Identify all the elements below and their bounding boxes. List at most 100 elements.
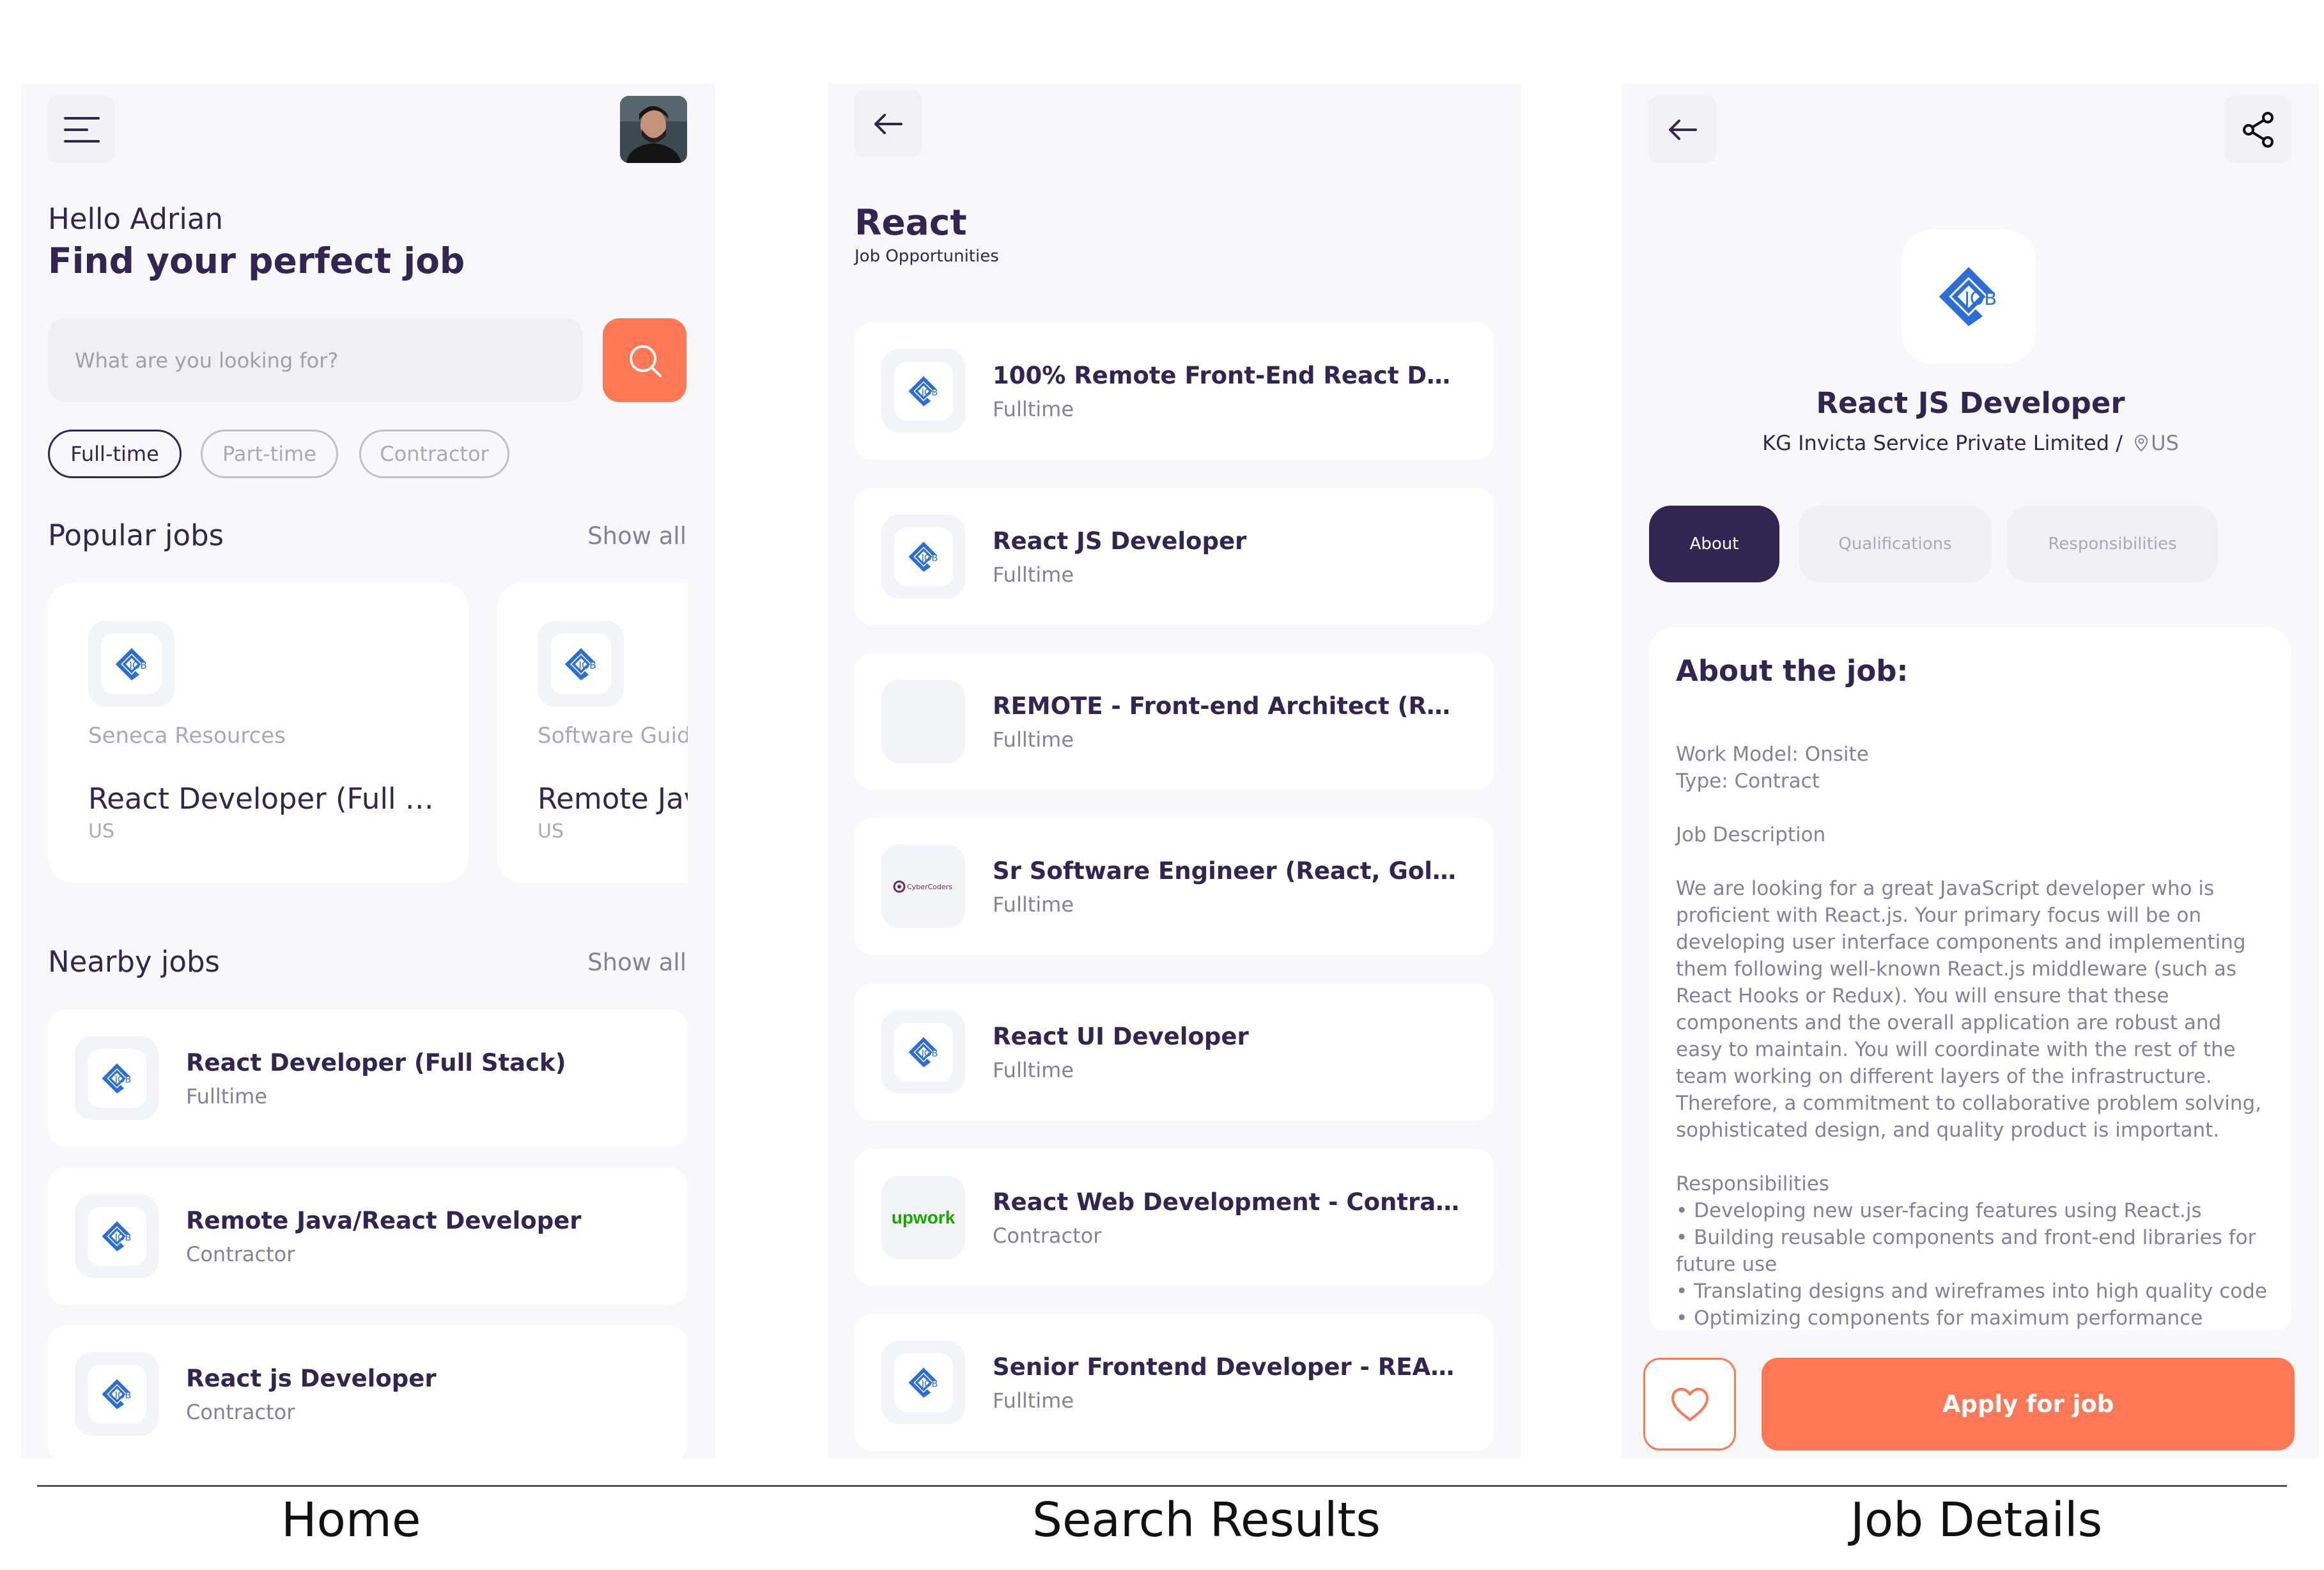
cybercoders-logo: CyberCoders xyxy=(893,880,952,892)
job-type: Fulltime xyxy=(993,563,1074,587)
company-logo: JOB xyxy=(88,621,174,707)
svg-text:JOB: JOB xyxy=(114,1074,131,1085)
tab-responsibilities[interactable]: Responsibilities xyxy=(2007,506,2218,582)
caption-home: Home xyxy=(281,1493,421,1548)
chip-contractor[interactable]: Contractor xyxy=(359,430,509,478)
popular-job-card[interactable]: JOB Seneca Resources React Developer (Fu… xyxy=(48,582,469,883)
job-title: React JS Developer xyxy=(993,527,1247,555)
share-icon xyxy=(2242,111,2274,148)
avatar[interactable] xyxy=(620,96,687,163)
job-details-screen: JOB React JS Developer KG Invicta Servic… xyxy=(1622,84,2319,1458)
job-type: Fulltime xyxy=(993,1058,1074,1082)
svg-text:JOB: JOB xyxy=(114,1390,131,1401)
menu-button[interactable] xyxy=(48,96,115,163)
svg-text:JOB: JOB xyxy=(578,660,596,671)
company-logo: JOB xyxy=(881,1341,965,1424)
company-logo: JOB xyxy=(881,515,965,598)
search-input[interactable]: What are you looking for? xyxy=(48,318,583,402)
divider xyxy=(37,1485,2287,1487)
job-logo-icon: JOB xyxy=(908,375,938,407)
search-result-card[interactable]: upwork React Web Development - Contract … xyxy=(855,1149,1494,1286)
company-logo: JOB xyxy=(75,1036,159,1120)
company-logo: JOB xyxy=(75,1352,159,1436)
menu-icon xyxy=(63,116,100,143)
headline: Find your perfect job xyxy=(48,240,465,281)
heart-icon xyxy=(1671,1387,1708,1421)
upwork-logo: upwork xyxy=(891,1207,956,1227)
job-logo-icon: JOB xyxy=(115,648,147,680)
svg-text:JOB: JOB xyxy=(128,660,147,671)
search-placeholder: What are you looking for? xyxy=(75,348,339,373)
back-button[interactable] xyxy=(1649,96,1716,163)
favorite-button[interactable] xyxy=(1643,1358,1736,1450)
chip-part-time[interactable]: Part-time xyxy=(201,430,338,478)
caption-search-results: Search Results xyxy=(1032,1493,1381,1548)
job-logo-icon: JOB xyxy=(101,1220,131,1252)
nearby-job-card[interactable]: JOB React Developer (Full Stack) Fulltim… xyxy=(48,1009,687,1147)
job-title: React js Developer xyxy=(186,1365,437,1392)
job-title: Remote Java/React Developer xyxy=(186,1207,582,1234)
location: US xyxy=(2129,431,2179,455)
popular-location: US xyxy=(538,820,564,843)
share-button[interactable] xyxy=(2224,96,2291,163)
popular-company: Software Guid xyxy=(538,723,688,749)
search-result-card[interactable]: JOB Senior Frontend Developer - REACT.js… xyxy=(855,1314,1494,1451)
job-type: Fulltime xyxy=(993,727,1074,752)
svg-text:JOB: JOB xyxy=(1963,288,1997,309)
caption-job-details: Job Details xyxy=(1850,1493,2103,1548)
search-button[interactable] xyxy=(603,318,686,402)
job-title: Sr Software Engineer (React, Golang, N..… xyxy=(993,857,1466,885)
job-type: Fulltime xyxy=(186,1084,268,1108)
nearby-jobs-title: Nearby jobs xyxy=(48,945,220,979)
search-query-title: React xyxy=(855,202,967,243)
job-type: Contractor xyxy=(186,1400,295,1424)
nearby-show-all[interactable]: Show all xyxy=(587,949,686,976)
popular-job-title: React Developer (Full St... xyxy=(88,782,446,816)
popular-show-all[interactable]: Show all xyxy=(587,522,686,550)
job-logo-icon: JOB xyxy=(908,1367,938,1398)
chip-full-time[interactable]: Full-time xyxy=(48,430,182,478)
company-logo: JOB xyxy=(881,1010,965,1094)
job-logo-icon: JOB xyxy=(564,648,596,680)
search-results-screen: React Job Opportunities JOB 100% Remote … xyxy=(828,84,1521,1458)
job-type: Fulltime xyxy=(993,397,1074,421)
company-logo: JOB xyxy=(1902,229,2036,364)
job-title: React JS Developer xyxy=(1816,386,2125,420)
svg-text:JOB: JOB xyxy=(920,1048,938,1059)
svg-text:JOB: JOB xyxy=(920,1378,938,1389)
search-result-card[interactable]: REMOTE - Front-end Architect (React... F… xyxy=(855,653,1494,790)
job-type: Contractor xyxy=(993,1224,1102,1248)
cybercoders-logo-text: CyberCoders xyxy=(907,883,952,891)
about-body: Work Model: Onsite Type: Contract Job De… xyxy=(1676,743,2268,1337)
popular-location: US xyxy=(88,820,115,843)
search-icon xyxy=(629,345,662,377)
search-result-card[interactable]: JOB 100% Remote Front-End React Develo..… xyxy=(855,322,1494,460)
job-type: Fulltime xyxy=(993,892,1074,917)
nearby-job-card[interactable]: JOB React js Developer Contractor xyxy=(48,1325,687,1458)
popular-job-card[interactable]: JOB Software Guid Remote Jav US xyxy=(497,582,688,883)
tab-about[interactable]: About xyxy=(1649,506,1779,582)
company-logo: JOB xyxy=(881,349,965,433)
company-logo: JOB xyxy=(75,1194,159,1278)
company-logo: upwork xyxy=(881,1176,965,1259)
greeting: Hello Adrian xyxy=(48,202,224,236)
job-logo-icon: JOB xyxy=(101,1378,131,1410)
nearby-job-card[interactable]: JOB Remote Java/React Developer Contract… xyxy=(48,1167,687,1305)
company-logo: CyberCoders xyxy=(881,844,965,928)
company-logo: JOB xyxy=(538,621,624,707)
tab-qualifications[interactable]: Qualifications xyxy=(1799,506,1992,582)
job-logo-icon: JOB xyxy=(908,541,938,572)
svg-text:JOB: JOB xyxy=(114,1232,131,1243)
search-result-card[interactable]: JOB React JS Developer Fulltime xyxy=(855,488,1494,625)
back-button[interactable] xyxy=(855,90,922,157)
apply-button[interactable]: Apply for job xyxy=(1762,1358,2295,1450)
popular-company: Seneca Resources xyxy=(88,723,286,749)
job-logo-icon: JOB xyxy=(1939,267,1997,327)
location-text: US xyxy=(2151,431,2179,455)
search-result-card[interactable]: JOB React UI Developer Fulltime xyxy=(855,983,1494,1121)
location-pin-icon xyxy=(2135,434,2148,452)
search-result-card[interactable]: CyberCoders Sr Software Engineer (React,… xyxy=(855,818,1494,955)
about-section: About the job: Work Model: Onsite Type: … xyxy=(1649,627,2291,1337)
job-title: React UI Developer xyxy=(993,1023,1249,1050)
company-line: KG Invicta Service Private Limited / US xyxy=(1622,431,2319,455)
